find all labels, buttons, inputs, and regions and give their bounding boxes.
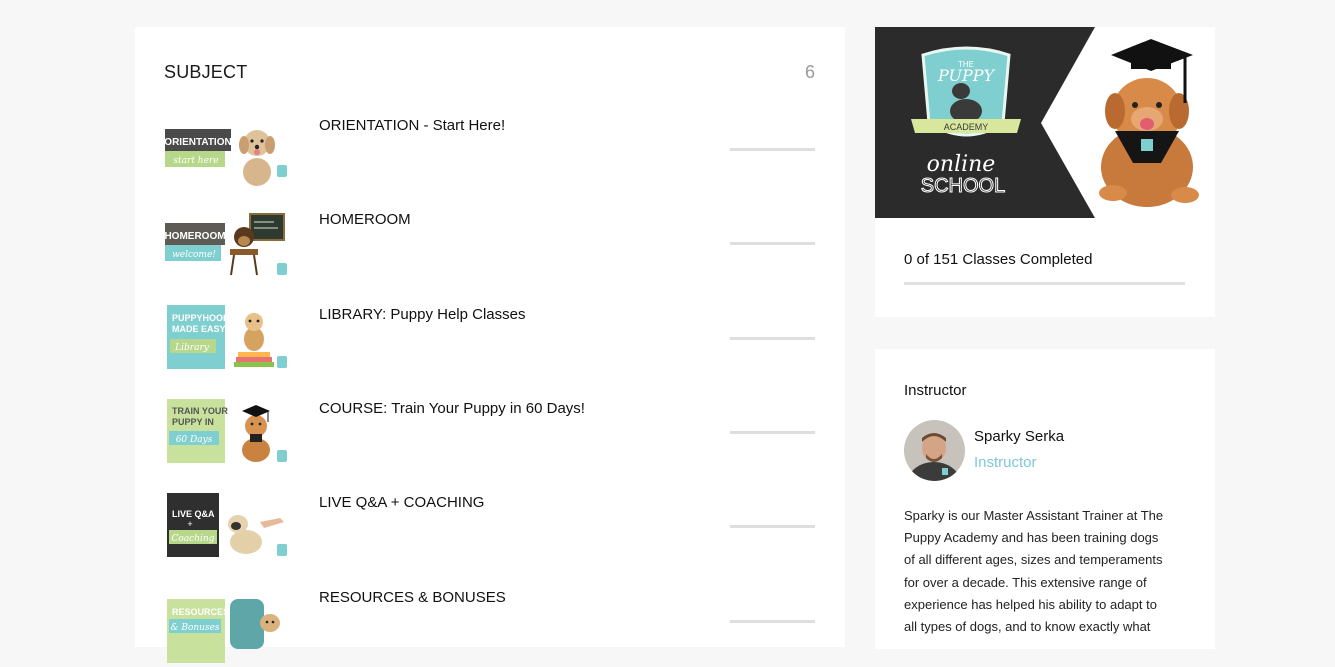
instructor-card: Instructor Sparky Serka Instructor Spark… bbox=[875, 349, 1215, 649]
svg-text:PUPPY IN: PUPPY IN bbox=[172, 417, 214, 427]
instructor-role: Instructor bbox=[974, 454, 1037, 471]
orientation-thumbnail[interactable]: ORIENTATION start here bbox=[164, 115, 290, 191]
svg-text:LIVE Q&A: LIVE Q&A bbox=[172, 509, 215, 519]
course-banner-image[interactable]: THE PUPPY ACADEMY online SCHOOL bbox=[875, 27, 1215, 218]
subject-row-course[interactable]: TRAIN YOUR PUPPY IN 60 Days COURSE: Trai… bbox=[164, 398, 815, 478]
svg-text:Coaching: Coaching bbox=[172, 534, 215, 544]
course-progress-bar bbox=[904, 282, 1185, 285]
svg-text:& Bonuses: & Bonuses bbox=[170, 623, 219, 633]
subject-progress-bar bbox=[730, 148, 815, 151]
course-card: THE PUPPY ACADEMY online SCHOOL 0 of 151… bbox=[875, 27, 1215, 317]
svg-text:ACADEMY: ACADEMY bbox=[944, 122, 989, 132]
svg-text:ORIENTATION: ORIENTATION bbox=[164, 137, 231, 148]
svg-text:Library: Library bbox=[174, 343, 210, 353]
bio-line: all types of dogs, and to know exactly w… bbox=[904, 619, 1151, 635]
svg-text:start here: start here bbox=[173, 156, 218, 166]
subject-row-title[interactable]: ORIENTATION - Start Here! bbox=[319, 117, 505, 134]
svg-text:SCHOOL: SCHOOL bbox=[921, 175, 1005, 197]
svg-text:TRAIN YOUR: TRAIN YOUR bbox=[172, 406, 228, 416]
instructor-name[interactable]: Sparky Serka bbox=[974, 428, 1064, 445]
bio-line: experience has helped his ability to ada… bbox=[904, 596, 1157, 612]
subject-list-card: SUBJECT 6 ORIENTATION start here ORIENTA… bbox=[135, 27, 845, 663]
subject-header: SUBJECT 6 bbox=[164, 62, 815, 86]
course-thumbnail[interactable]: TRAIN YOUR PUPPY IN 60 Days bbox=[164, 398, 290, 474]
subject-row-title[interactable]: COURSE: Train Your Puppy in 60 Days! bbox=[319, 400, 585, 417]
svg-text:RESOURCES: RESOURCES bbox=[172, 607, 229, 617]
subject-row-library[interactable]: PUPPYHOOD MADE EASY Library LIBRARY: Pup… bbox=[164, 304, 815, 384]
subject-title: SUBJECT bbox=[164, 62, 248, 82]
subject-progress-bar bbox=[730, 620, 815, 623]
subject-progress-bar bbox=[730, 431, 815, 434]
subject-row-title[interactable]: LIBRARY: Puppy Help Classes bbox=[319, 306, 526, 323]
classes-completed-text: 0 of 151 Classes Completed bbox=[904, 251, 1093, 268]
svg-text:online: online bbox=[927, 152, 996, 177]
svg-text:welcome!: welcome! bbox=[172, 250, 216, 260]
subject-progress-bar bbox=[730, 337, 815, 340]
bio-line: Puppy Academy and has been training dogs bbox=[904, 530, 1159, 546]
svg-text:+: + bbox=[187, 519, 192, 529]
resources-thumbnail[interactable]: RESOURCES & Bonuses bbox=[164, 587, 290, 663]
svg-text:PUPPY: PUPPY bbox=[937, 66, 996, 85]
svg-text:60 Days: 60 Days bbox=[176, 435, 213, 445]
live-qa-thumbnail[interactable]: LIVE Q&A + Coaching bbox=[164, 492, 290, 568]
subject-row-title[interactable]: RESOURCES & BONUSES bbox=[319, 589, 506, 606]
homeroom-thumbnail[interactable]: HOMEROOM welcome! bbox=[164, 209, 290, 285]
subject-row-homeroom[interactable]: HOMEROOM welcome! HOMEROOM bbox=[164, 209, 815, 289]
subject-count: 6 bbox=[804, 62, 815, 82]
subject-row-live-qa[interactable]: LIVE Q&A + Coaching LIVE Q&A + COACHING bbox=[164, 492, 815, 572]
bio-line: Sparky is our Master Assistant Trainer a… bbox=[904, 508, 1164, 523]
svg-text:HOMEROOM: HOMEROOM bbox=[164, 231, 225, 242]
library-thumbnail[interactable]: PUPPYHOOD MADE EASY Library bbox=[164, 304, 290, 380]
subject-row-title[interactable]: HOMEROOM bbox=[319, 211, 411, 228]
subject-row-title[interactable]: LIVE Q&A + COACHING bbox=[319, 494, 484, 511]
svg-text:PUPPYHOOD: PUPPYHOOD bbox=[172, 313, 230, 323]
instructor-bio: Sparky is our Master Assistant Trainer a… bbox=[904, 505, 1194, 638]
instructor-heading: Instructor bbox=[904, 382, 967, 399]
subject-progress-bar bbox=[730, 242, 815, 245]
bio-line: for over a decade. This extensive range … bbox=[904, 574, 1147, 590]
instructor-avatar[interactable] bbox=[904, 420, 965, 481]
subject-row-orientation[interactable]: ORIENTATION start here ORIENTATION - Sta… bbox=[164, 115, 815, 195]
bio-line: of all different ages, sizes and tempera… bbox=[904, 552, 1163, 568]
svg-text:MADE EASY: MADE EASY bbox=[172, 324, 226, 334]
subject-row-resources[interactable]: RESOURCES & Bonuses RESOURCES & BONUSES bbox=[164, 587, 815, 667]
subject-progress-bar bbox=[730, 525, 815, 528]
